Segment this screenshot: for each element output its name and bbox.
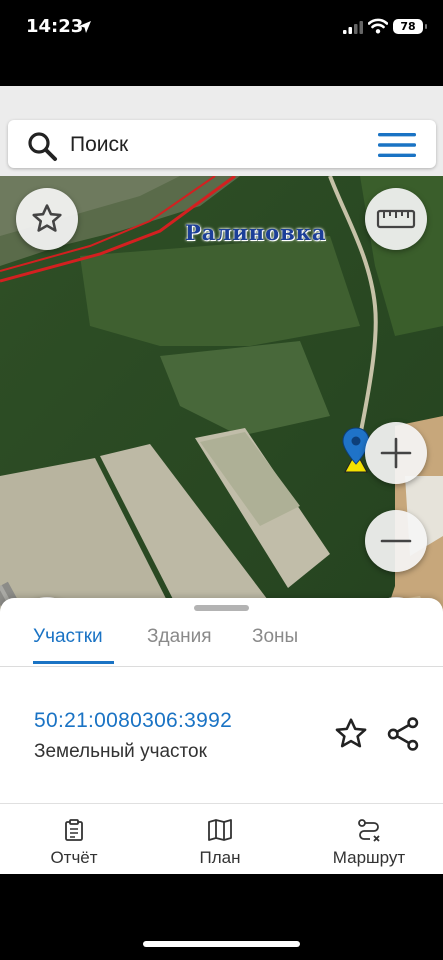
status-time: 14:23	[26, 16, 84, 37]
parcel-type-label: Земельный участок	[34, 741, 207, 762]
ruler-icon	[376, 209, 416, 229]
cellular-signal-icon	[343, 21, 363, 34]
favorites-map-button[interactable]	[16, 188, 78, 250]
zoom-in-button[interactable]	[365, 422, 427, 484]
map-place-label: Ралиновка	[185, 220, 327, 245]
star-outline-icon[interactable]	[333, 716, 369, 752]
ruler-measure-button[interactable]	[365, 188, 427, 250]
search-input[interactable]	[68, 128, 372, 162]
location-arrow-icon	[79, 21, 91, 33]
battery-indicator: 78	[393, 19, 427, 34]
nav-report-label: Отчёт	[50, 848, 98, 867]
search-icon	[28, 132, 57, 161]
tab-zones[interactable]: Зоны	[252, 626, 298, 648]
tab-buildings[interactable]: Здания	[147, 626, 212, 648]
star-outline-icon	[32, 204, 62, 232]
search-bar[interactable]	[8, 120, 436, 168]
nav-report[interactable]: Отчёт	[14, 812, 134, 868]
plus-icon	[380, 437, 412, 469]
minus-icon	[380, 539, 412, 543]
zoom-out-button[interactable]	[365, 510, 427, 572]
app-screen: Ралиновка Учас	[0, 86, 443, 874]
wifi-icon	[368, 18, 388, 34]
route-icon	[358, 819, 380, 842]
hamburger-menu-icon[interactable]	[378, 132, 416, 158]
report-icon	[65, 819, 83, 841]
info-bottom-sheet: Участки Здания Зоны 50:21:0080306:3992 З…	[0, 598, 443, 874]
nav-route[interactable]: Маршрут	[309, 812, 429, 868]
bottom-navigation: Отчёт План Маршрут	[0, 804, 443, 874]
nav-plan-label: План	[199, 848, 241, 867]
parcel-cadastral-number[interactable]: 50:21:0080306:3992	[34, 709, 232, 733]
home-indicator[interactable]	[143, 941, 300, 947]
map-icon	[208, 819, 232, 841]
sheet-tabs: Участки Здания Зоны	[0, 616, 443, 667]
nav-plan[interactable]: План	[160, 812, 280, 868]
tab-parcels[interactable]: Участки	[33, 626, 103, 648]
battery-level: 78	[400, 20, 416, 33]
active-tab-indicator	[33, 661, 114, 664]
share-icon[interactable]	[385, 716, 421, 752]
nav-route-label: Маршрут	[332, 848, 406, 867]
sheet-drag-handle[interactable]	[194, 605, 249, 611]
status-bar: 14:23 78	[0, 0, 443, 86]
